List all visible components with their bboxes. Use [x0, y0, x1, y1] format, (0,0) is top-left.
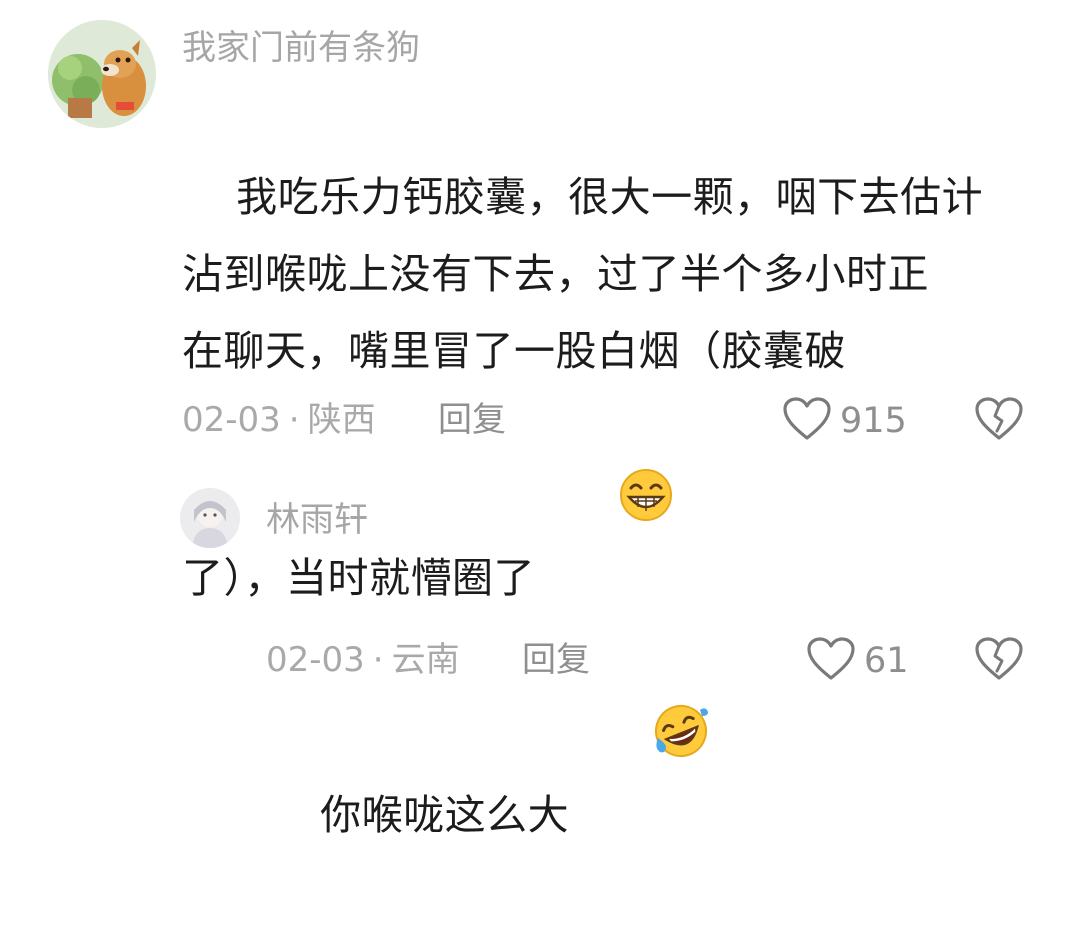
- heart-icon: [806, 636, 856, 686]
- like-count: 915: [840, 401, 907, 441]
- broken-heart-icon: [974, 637, 1024, 686]
- comment-meta: 02-03 · 陕西: [182, 400, 376, 440]
- dislike-button[interactable]: [974, 396, 1024, 446]
- meta-separator: ·: [288, 400, 300, 440]
- heart-icon: [782, 396, 832, 446]
- comment-author[interactable]: 林雨轩: [266, 500, 368, 540]
- reply-button[interactable]: 回复: [522, 640, 590, 680]
- comment: 我家门前有条狗 我吃乐力钙胶囊，很大一颗，咽下去估计 沾到喉咙上没有下去，过了半…: [0, 0, 1080, 602]
- comment-text: 你喉咙这么大: [266, 548, 1026, 939]
- like-button[interactable]: 61: [806, 636, 909, 686]
- meta-separator: ·: [372, 640, 384, 680]
- avatar[interactable]: [48, 20, 156, 128]
- reply-comment: 林雨轩 你喉咙这么大 02-03 · 云南 回复 61: [0, 470, 1080, 839]
- reply-button[interactable]: 回复: [438, 400, 506, 440]
- comment-date: 02-03: [266, 640, 365, 680]
- like-count: 61: [864, 641, 909, 681]
- like-button[interactable]: 915: [782, 396, 907, 446]
- comment-text-content: 你喉咙这么大: [320, 791, 570, 839]
- broken-heart-icon: [974, 397, 1024, 446]
- comment-author[interactable]: 我家门前有条狗: [182, 28, 420, 68]
- rolling-on-floor-laughing-icon: [571, 625, 710, 862]
- dislike-button[interactable]: [974, 636, 1024, 686]
- comment-date: 02-03: [182, 400, 281, 440]
- comment-location: 云南: [391, 640, 460, 680]
- comment-location: 陕西: [307, 400, 376, 440]
- avatar[interactable]: [180, 488, 240, 548]
- comment-meta: 02-03 · 云南: [266, 640, 460, 680]
